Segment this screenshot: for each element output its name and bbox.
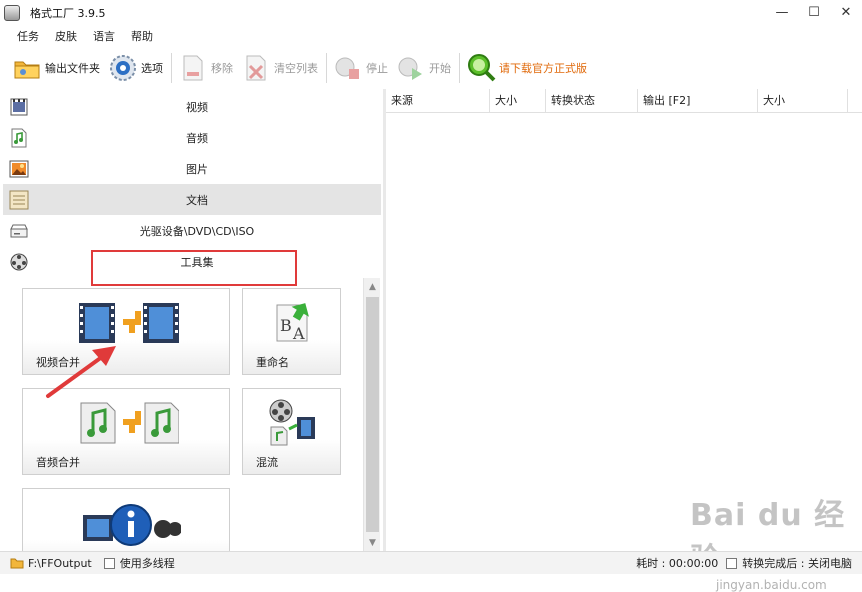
close-button[interactable]: ✕ [830, 0, 862, 25]
multithread-checkbox[interactable] [103, 557, 115, 569]
category-document-label: 文档 [186, 193, 208, 207]
output-folder-button[interactable]: 输出文件夹 [12, 50, 100, 86]
tool-rename-label: 重命名 [256, 356, 289, 369]
options-button[interactable]: 选项 [108, 50, 163, 86]
remove-icon [178, 53, 208, 83]
start-icon [396, 53, 426, 83]
tools-icon [9, 252, 29, 272]
scroll-down-arrow[interactable]: ▼ [364, 534, 381, 551]
clear-list-button[interactable]: 清空列表 [241, 50, 318, 86]
start-label: 开始 [429, 62, 451, 75]
remove-label: 移除 [211, 62, 233, 75]
clear-list-icon [241, 53, 271, 83]
category-disc[interactable]: 光驱设备\DVD\CD\ISO [3, 215, 381, 246]
title-bar: 格式工厂 3.9.5 — ☐ ✕ [0, 0, 862, 25]
category-audio-label: 音频 [186, 131, 208, 145]
download-official-button[interactable]: 请下载官方正式版 [466, 50, 587, 86]
menu-skin[interactable]: 皮肤 [55, 28, 77, 44]
output-folder-label: 输出文件夹 [45, 62, 100, 75]
menu-task[interactable]: 任务 [17, 28, 39, 44]
column-output-size[interactable]: 大小 [758, 89, 848, 113]
maximize-button[interactable]: ☐ [798, 0, 830, 25]
stop-label: 停止 [366, 62, 388, 75]
category-video-label: 视频 [186, 100, 208, 114]
status-bar: F:\FFOutput 使用多线程 耗时 : 00:00:00 转换完成后 : … [0, 551, 862, 574]
tools-scrollbar[interactable]: ▲ ▼ [363, 278, 380, 551]
toolbar-separator [459, 53, 460, 83]
folder-icon [12, 53, 42, 83]
tool-media-info[interactable] [22, 488, 230, 551]
svg-text:B: B [280, 316, 292, 335]
tool-audio-merge-label: 音频合并 [36, 456, 80, 469]
menu-help[interactable]: 帮助 [131, 28, 153, 44]
minimize-button[interactable]: — [766, 0, 798, 25]
multithread-label: 使用多线程 [119, 557, 175, 570]
download-official-label: 请下载官方正式版 [499, 62, 587, 75]
category-document[interactable]: 文档 [3, 184, 381, 215]
audio-icon [9, 128, 29, 148]
annotation-arrow [46, 346, 116, 398]
window-title: 格式工厂 3.9.5 [30, 6, 106, 20]
category-picture-label: 图片 [186, 162, 208, 176]
start-button[interactable]: 开始 [396, 50, 451, 86]
stop-button[interactable]: 停止 [333, 50, 388, 86]
category-video[interactable]: 视频 [3, 91, 381, 122]
category-disc-label: 光驱设备\DVD\CD\ISO [139, 224, 255, 238]
audio-merge-icon [79, 401, 180, 448]
tool-mux[interactable]: 混流 [242, 388, 341, 475]
app-icon [4, 4, 20, 21]
task-list: 来源 大小 转换状态 输出 [F2] 大小 [386, 89, 862, 551]
output-folder-small-icon [10, 557, 24, 569]
scroll-thumb[interactable] [366, 297, 379, 532]
menu-bar: 任务 皮肤 语言 帮助 [0, 25, 862, 47]
rename-icon: BA [273, 301, 317, 348]
output-path[interactable]: F:\FFOutput [28, 557, 92, 570]
watermark-url: jingyan.baidu.com [716, 578, 827, 592]
column-source[interactable]: 来源 [386, 89, 490, 113]
tool-mux-label: 混流 [256, 456, 278, 469]
tools-grid: 视频合并 BA 重命名 音频合并 混流 [0, 278, 383, 551]
menu-language[interactable]: 语言 [93, 28, 115, 44]
scroll-up-arrow[interactable]: ▲ [364, 278, 381, 295]
task-list-header: 来源 大小 转换状态 输出 [F2] 大小 [386, 89, 862, 113]
disc-icon [9, 221, 29, 241]
remove-button[interactable]: 移除 [178, 50, 233, 86]
stop-icon [333, 53, 363, 83]
toolbar-separator [326, 53, 327, 83]
column-output[interactable]: 输出 [F2] [638, 89, 758, 113]
category-picture[interactable]: 图片 [3, 153, 381, 184]
video-icon [9, 97, 29, 117]
media-info-icon [81, 501, 182, 551]
toolbar: 输出文件夹 选项 移除 清空列表 停止 开始 请下载官方正式版 [0, 47, 862, 89]
globe-search-icon [466, 53, 496, 83]
tool-audio-merge[interactable]: 音频合并 [22, 388, 230, 475]
mux-icon [267, 399, 317, 450]
gear-icon [108, 53, 138, 83]
column-status[interactable]: 转换状态 [546, 89, 638, 113]
picture-icon [9, 159, 29, 179]
document-icon [9, 190, 29, 210]
svg-text:A: A [292, 324, 305, 343]
toolbar-separator [171, 53, 172, 83]
options-label: 选项 [141, 62, 163, 75]
category-audio[interactable]: 音频 [3, 122, 381, 153]
tool-rename[interactable]: BA 重命名 [242, 288, 341, 375]
clear-list-label: 清空列表 [274, 62, 318, 75]
elapsed-time: 耗时 : 00:00:00 [636, 557, 719, 570]
after-convert-checkbox[interactable] [726, 557, 738, 569]
column-size[interactable]: 大小 [490, 89, 546, 113]
watermark: Bai du 经验 jingyan.baidu.com [690, 490, 862, 592]
window-controls: — ☐ ✕ [766, 0, 862, 25]
after-convert-label: 转换完成后 : 关闭电脑 [742, 557, 852, 570]
